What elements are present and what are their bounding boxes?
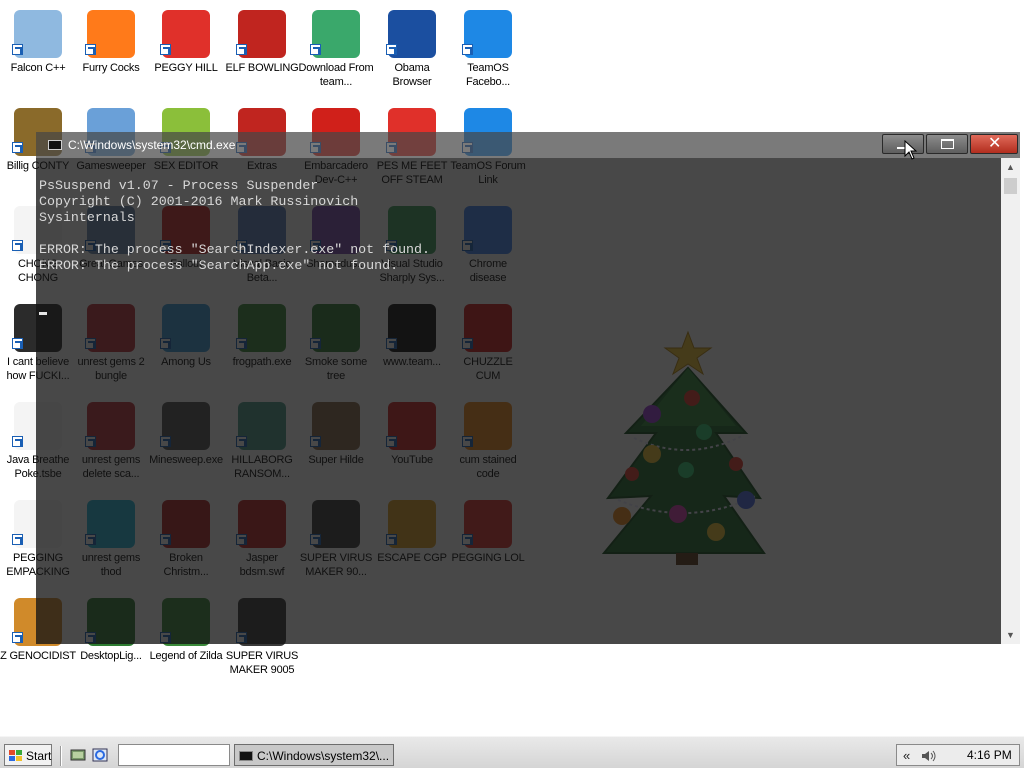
shortcut-arrow-icon <box>236 44 247 55</box>
cmd-window[interactable]: C:\Windows\system32\cmd.exe ✕ PsSuspend … <box>36 132 1020 644</box>
taskbar-empty-slot[interactable] <box>118 744 230 766</box>
desktop-icon[interactable]: Falcon C++ <box>0 4 76 100</box>
desktop-icon[interactable]: Furry Cocks <box>73 4 149 100</box>
speaker-icon[interactable] <box>921 750 937 762</box>
shortcut-arrow-icon <box>12 142 23 153</box>
vertical-scrollbar[interactable]: ▲ ▼ <box>1001 158 1020 644</box>
desktop-icon-label: Falcon C++ <box>10 62 66 74</box>
shortcut-arrow-icon <box>85 44 96 55</box>
console-output-text: PsSuspend v1.07 - Process Suspender Copy… <box>39 178 430 273</box>
desktop-icon[interactable]: ELF BOWLING <box>224 4 300 100</box>
desktop-icon-label: Legend of Zilda <box>149 650 223 662</box>
console-output-area[interactable]: PsSuspend v1.07 - Process Suspender Copy… <box>36 158 1001 644</box>
shortcut-arrow-icon <box>12 632 23 643</box>
taskbar: Start C:\Windows\system32\... « 4:16 PM <box>0 736 1024 768</box>
taskbar-button-label: C:\Windows\system32\... <box>257 749 390 763</box>
quick-launch-separator <box>60 746 62 766</box>
console-app-icon[interactable] <box>48 140 62 150</box>
shortcut-arrow-icon <box>12 240 23 251</box>
scroll-up-arrow-icon[interactable]: ▲ <box>1001 158 1020 176</box>
close-icon: ✕ <box>988 135 1002 152</box>
windows-flag-icon <box>9 750 22 761</box>
shortcut-arrow-icon <box>386 44 397 55</box>
desktop-icon-label: DesktopLig... <box>80 650 142 662</box>
switch-windows-icon[interactable] <box>92 747 108 763</box>
maximize-button[interactable] <box>926 134 968 154</box>
desktop-icon-label: SUPER VIRUS MAKER 9005 <box>225 650 299 676</box>
desktop-icon-label: Obama Browser <box>392 62 432 88</box>
shortcut-arrow-icon <box>12 534 23 545</box>
maximize-icon <box>941 139 954 149</box>
console-app-icon <box>239 751 253 761</box>
desktop-icon-label: Download From team... <box>298 62 374 88</box>
system-tray: « 4:16 PM <box>896 744 1020 766</box>
shortcut-arrow-icon <box>160 44 171 55</box>
desktop-icon[interactable]: Obama Browser <box>374 4 450 100</box>
shortcut-arrow-icon <box>12 436 23 447</box>
show-desktop-icon[interactable] <box>70 747 86 763</box>
desktop-icon-label: PEGGY HILL <box>154 62 218 74</box>
scroll-down-arrow-icon[interactable]: ▼ <box>1001 626 1020 644</box>
cmd-window-title: C:\Windows\system32\cmd.exe <box>68 138 236 152</box>
close-button[interactable]: ✕ <box>970 134 1018 154</box>
start-label: Start <box>26 749 52 763</box>
desktop-icon-label: Z GENOCIDIST <box>0 650 76 662</box>
shortcut-arrow-icon <box>12 338 23 349</box>
shortcut-arrow-icon <box>462 44 473 55</box>
desktop-icon-label: Furry Cocks <box>82 62 140 74</box>
shortcut-arrow-icon <box>12 44 23 55</box>
desktop-icon[interactable]: Download From team... <box>298 4 374 100</box>
desktop-icon[interactable]: TeamOS Facebo... <box>450 4 526 100</box>
scrollbar-thumb[interactable] <box>1004 178 1017 194</box>
desktop-icon-label: TeamOS Facebo... <box>465 62 511 88</box>
clock[interactable]: 4:16 PM <box>967 748 1012 762</box>
start-button[interactable]: Start <box>4 744 52 766</box>
shortcut-arrow-icon <box>310 44 321 55</box>
taskbar-button-cmd[interactable]: C:\Windows\system32\... <box>234 744 394 766</box>
mouse-pointer-icon <box>904 140 918 160</box>
console-cursor <box>39 312 47 315</box>
cmd-titlebar[interactable]: C:\Windows\system32\cmd.exe ✕ <box>36 132 1020 158</box>
show-hidden-icons-button[interactable]: « <box>903 748 910 763</box>
desktop-icon-label: ELF BOWLING <box>225 62 299 74</box>
desktop-icon[interactable]: PEGGY HILL <box>148 4 224 100</box>
